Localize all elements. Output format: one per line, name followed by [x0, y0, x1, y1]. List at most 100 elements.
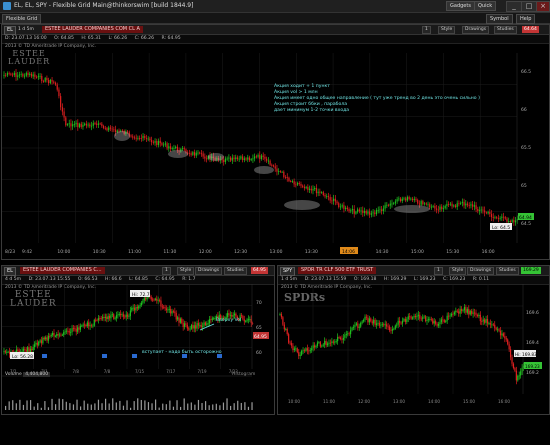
- left-studies-button[interactable]: Studies: [224, 267, 247, 275]
- right-candle: [331, 341, 333, 344]
- left-candle: [153, 299, 155, 301]
- left-candle: [158, 300, 161, 302]
- symbol-button[interactable]: Symbol: [486, 14, 513, 24]
- right-candle: [403, 318, 405, 321]
- main-candle: [72, 124, 74, 127]
- right-candle: [288, 334, 290, 343]
- left-candle: [102, 316, 104, 319]
- main-qty[interactable]: 1: [422, 26, 431, 34]
- main-candle: [63, 111, 65, 118]
- right-candle: [497, 329, 499, 331]
- left-symbol-selector[interactable]: EL: [4, 267, 16, 276]
- main-timeframe[interactable]: 1 d 5m: [18, 27, 34, 32]
- right-candle: [299, 354, 301, 356]
- main-candle: [235, 157, 237, 160]
- right-price-chart[interactable]: 169.6 169.4 169.2 10:00 11:00 12:00 13:00 14:00…: [278, 284, 549, 414]
- main-candle: [308, 188, 311, 190]
- right-candle: [459, 308, 461, 314]
- main-candle: [391, 203, 393, 205]
- volume-bar: [133, 401, 135, 410]
- right-candle: [289, 342, 291, 344]
- volume-bar: [205, 401, 207, 410]
- main-candle: [331, 200, 333, 202]
- quick-button[interactable]: Quick: [474, 1, 497, 11]
- right-candle: [424, 316, 427, 321]
- left-candle: [129, 310, 131, 317]
- right-candle: [458, 311, 460, 314]
- volume-bar: [65, 401, 67, 410]
- main-low-label-text: Lo: 64.5: [492, 225, 510, 231]
- main-candle: [303, 186, 306, 189]
- left-candle: [111, 314, 113, 316]
- volume-bar: [87, 403, 89, 410]
- left-drawings-button[interactable]: Drawings: [195, 267, 223, 275]
- left-price-chart[interactable]: 706560Hi: 72.7Lo: 56.2864.957/27/17/87/8…: [2, 284, 274, 414]
- right-candle: [293, 348, 296, 350]
- left-candle: [90, 325, 93, 327]
- main-candle: [48, 80, 50, 84]
- left-timeframe[interactable]: 4 d 5m: [5, 277, 21, 282]
- main-candle: [418, 203, 421, 205]
- right-candle: [450, 313, 453, 316]
- close-button[interactable]: ×: [536, 1, 550, 12]
- main-candle: [94, 123, 96, 124]
- right-candle: [303, 350, 306, 352]
- left-candle: [4, 351, 6, 353]
- right-style-button[interactable]: Style: [449, 267, 467, 275]
- right-candle: [419, 314, 421, 319]
- right-studies-button[interactable]: Studies: [496, 267, 519, 275]
- tab-flexible-grid[interactable]: Flexible Grid: [2, 14, 42, 24]
- right-candle: [416, 316, 418, 318]
- main-candle: [492, 217, 494, 218]
- right-candle: [393, 328, 395, 330]
- left-candle: [93, 319, 95, 326]
- left-candle: [175, 312, 177, 320]
- left-candle: [154, 298, 156, 300]
- grid-toolbar: Flexible Grid Symbol Help: [0, 13, 550, 24]
- main-symbol-selector[interactable]: EL: [4, 26, 16, 35]
- help-button[interactable]: Help: [516, 14, 536, 24]
- main-candle: [49, 79, 51, 84]
- left-qty[interactable]: 1: [162, 267, 171, 275]
- main-candle: [382, 208, 384, 212]
- main-candle: [53, 81, 55, 83]
- maximize-button[interactable]: □: [521, 1, 537, 12]
- left-candle: [181, 318, 183, 323]
- right-candle: [348, 333, 350, 335]
- right-symbol-selector[interactable]: SPY: [280, 267, 296, 276]
- volume-bar: [80, 406, 82, 410]
- main-style-button[interactable]: Style: [438, 26, 456, 34]
- ohlc-range: R: 1.7: [182, 277, 196, 282]
- gadgets-button[interactable]: Gadgets: [446, 1, 475, 11]
- left-style-button[interactable]: Style: [177, 267, 195, 275]
- main-drawings-button[interactable]: Drawings: [462, 26, 490, 34]
- main-candle: [101, 123, 103, 127]
- right-candle: [429, 318, 431, 320]
- right-candle: [371, 321, 373, 324]
- left-candle: [135, 307, 137, 311]
- left-candle: [54, 336, 56, 337]
- left-candle: [157, 300, 159, 302]
- right-candle: [515, 370, 517, 381]
- right-timeframe[interactable]: 1 d 5m: [281, 277, 297, 282]
- left-candle: [63, 332, 65, 335]
- main-candle: [236, 157, 239, 160]
- main-studies-button[interactable]: Studies: [494, 26, 517, 34]
- left-candle: [25, 349, 27, 352]
- left-candle: [233, 313, 236, 316]
- main-candle: [317, 191, 319, 194]
- right-qty[interactable]: 1: [434, 267, 443, 275]
- main-candle: [90, 125, 93, 127]
- right-drawings-button[interactable]: Drawings: [467, 267, 495, 275]
- left-candle: [124, 316, 126, 318]
- main-candle: [406, 197, 409, 201]
- left-candle: [58, 334, 61, 336]
- volume-bar: [97, 399, 100, 410]
- left-y-tick: 65: [256, 325, 262, 331]
- main-candle: [401, 198, 403, 202]
- left-event-marker: [42, 354, 47, 358]
- minimize-button[interactable]: _: [506, 1, 522, 12]
- right-candle: [365, 316, 368, 318]
- right-candle: [374, 319, 376, 326]
- left-candle: [32, 347, 34, 351]
